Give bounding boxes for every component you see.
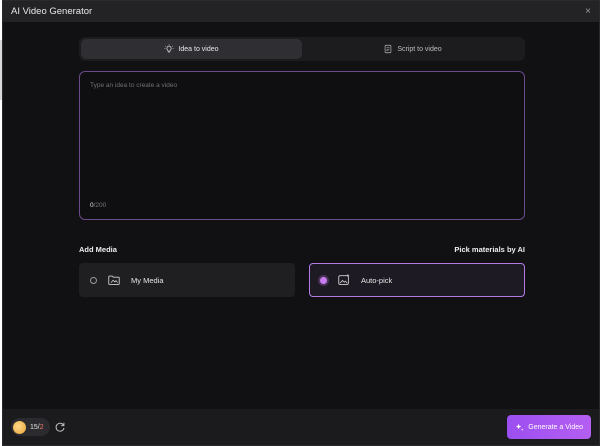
credits-main: 15/ bbox=[30, 423, 40, 431]
credits-highlight: 2 bbox=[39, 423, 44, 431]
generate-video-button[interactable]: Generate a Video bbox=[507, 415, 591, 439]
lightbulb-icon bbox=[164, 44, 174, 53]
pick-materials-heading: Pick materials by AI bbox=[454, 245, 525, 254]
tab-label: Idea to video bbox=[178, 45, 219, 53]
media-header: Add Media Pick materials by AI bbox=[79, 245, 525, 254]
character-counter: 0/200 bbox=[90, 202, 106, 209]
coin-icon bbox=[13, 420, 26, 434]
tab-script-to-video[interactable]: Script to video bbox=[302, 39, 523, 59]
credits-count: 15/2 bbox=[30, 424, 44, 431]
sparkle-icon bbox=[516, 423, 524, 431]
auto-pick-label: Auto-pick bbox=[361, 275, 393, 285]
idea-input[interactable] bbox=[80, 72, 524, 192]
idea-input-box: 0/200 bbox=[79, 71, 525, 220]
ai-video-generator-dialog: AI Video Generator × Idea to video Scrip… bbox=[2, 0, 600, 446]
folder-media-icon bbox=[108, 275, 120, 285]
document-icon bbox=[385, 44, 392, 54]
my-media-label: My Media bbox=[131, 275, 164, 285]
auto-pick-option[interactable]: Auto-pick bbox=[309, 263, 525, 297]
counter-max: /200 bbox=[93, 202, 107, 209]
radio-selected[interactable] bbox=[320, 276, 327, 284]
ai-image-icon bbox=[338, 273, 350, 285]
my-media-option[interactable]: My Media bbox=[79, 263, 295, 297]
credits-badge[interactable]: 15/2 bbox=[11, 418, 50, 436]
tab-idea-to-video[interactable]: Idea to video bbox=[81, 39, 302, 59]
refresh-icon[interactable] bbox=[54, 421, 66, 433]
mode-tabs: Idea to video Script to video bbox=[79, 37, 525, 61]
footer-bar: 15/2 Generate a Video bbox=[3, 409, 599, 445]
add-media-heading: Add Media bbox=[79, 245, 117, 254]
close-icon[interactable]: × bbox=[585, 6, 591, 17]
generate-video-label: Generate a Video bbox=[528, 423, 583, 431]
title-bar: AI Video Generator × bbox=[3, 1, 599, 22]
window-title: AI Video Generator bbox=[11, 6, 93, 17]
tab-label: Script to video bbox=[397, 45, 442, 53]
footer-left: 15/2 bbox=[11, 418, 66, 436]
radio-unselected[interactable] bbox=[90, 276, 97, 284]
